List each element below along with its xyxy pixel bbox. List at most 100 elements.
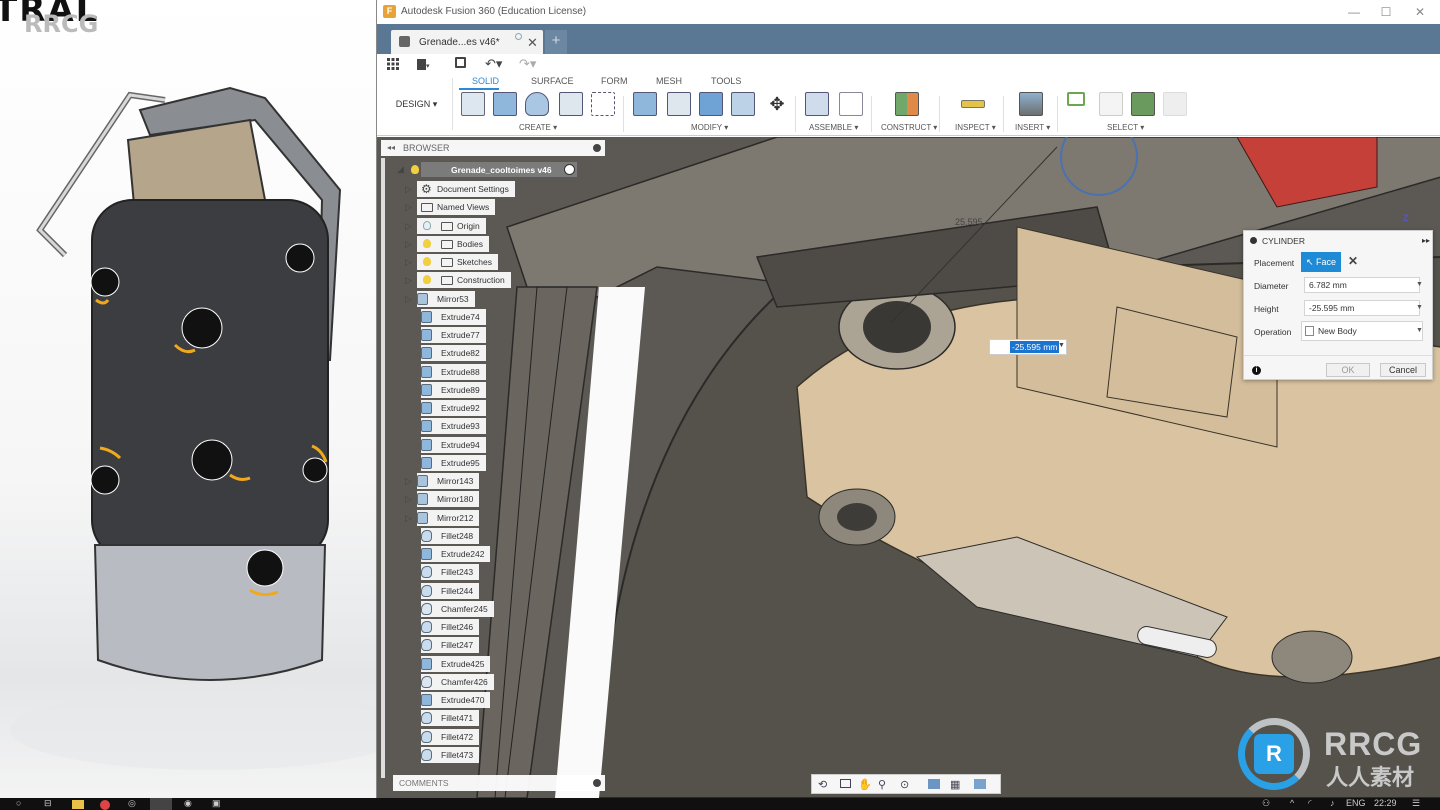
redo-button[interactable]: ↷▾ — [519, 56, 536, 72]
file-explorer-icon[interactable] — [72, 800, 84, 809]
height-inline-input[interactable]: -25.595 mm ▼ — [989, 339, 1067, 355]
add-comment-icon[interactable] — [593, 779, 601, 787]
browser-node[interactable]: Fillet246 — [421, 619, 480, 635]
select-body-icon[interactable] — [1099, 92, 1123, 116]
chevron-down-icon[interactable]: ▼ — [1058, 342, 1065, 349]
language-indicator[interactable]: ENG — [1346, 798, 1366, 808]
chevron-up-icon[interactable]: ^ — [1290, 798, 1294, 808]
expand-triangle-icon[interactable]: ▷ — [405, 181, 412, 197]
inspect-menu[interactable]: INSPECT ▾ — [955, 123, 996, 132]
browser-node[interactable]: Extrude425 — [421, 655, 491, 672]
browser-scrollbar[interactable] — [381, 158, 385, 778]
expand-triangle-icon[interactable]: ▷ — [405, 236, 412, 252]
browser-node[interactable]: Extrude93 — [421, 418, 486, 435]
collapse-triangle-icon[interactable]: ◢ — [397, 164, 404, 175]
document-tab[interactable]: Grenade...es v46* ✕ — [391, 30, 543, 54]
tab-mesh[interactable]: MESH — [656, 76, 682, 86]
placement-face-button[interactable]: ↖ Face — [1301, 252, 1341, 272]
fusion-taskbar-icon[interactable] — [150, 798, 172, 810]
minimize-button[interactable]: — — [1339, 2, 1369, 22]
tab-form[interactable]: FORM — [601, 76, 628, 86]
modify-menu[interactable]: MODIFY ▾ — [691, 123, 728, 132]
chevron-down-icon[interactable]: ▼ — [1416, 281, 1423, 288]
browser-node[interactable]: Extrude74 — [421, 308, 486, 325]
app-icon[interactable]: ◎ — [128, 798, 136, 809]
insert-menu[interactable]: INSERT ▾ — [1015, 123, 1050, 132]
tab-solid[interactable]: SOLID — [472, 76, 499, 86]
browser-node[interactable]: ▷ Mirror180 — [405, 491, 480, 508]
browser-node[interactable]: ▷ Mirror53 — [405, 290, 475, 307]
combine-icon[interactable] — [699, 92, 723, 116]
search-icon[interactable]: ○ — [16, 798, 21, 808]
browser-node[interactable]: ▷ Origin — [405, 217, 486, 234]
construct-menu[interactable]: CONSTRUCT ▾ — [881, 123, 937, 132]
expand-triangle-icon[interactable]: ▷ — [405, 473, 412, 489]
hole-icon[interactable] — [559, 92, 583, 116]
volume-icon[interactable]: ♪ — [1330, 798, 1335, 808]
collapse-dialog-icon[interactable] — [1250, 237, 1257, 244]
orbit-icon[interactable]: ⟲ — [818, 778, 827, 791]
display-settings-icon[interactable] — [928, 779, 940, 789]
diameter-input[interactable]: 6.782 mm — [1304, 277, 1420, 293]
browser-node[interactable]: Extrude470 — [421, 692, 491, 708]
grid-settings-icon[interactable]: ▦ — [950, 778, 960, 791]
browser-node[interactable]: ▷ Bodies — [405, 235, 489, 252]
chevron-down-icon[interactable]: ▼ — [1416, 327, 1423, 334]
undo-button[interactable]: ↶▾ — [485, 56, 502, 72]
look-at-icon[interactable] — [840, 779, 851, 788]
activate-component-icon[interactable] — [564, 164, 575, 175]
offset-plane-icon[interactable] — [895, 92, 919, 116]
zoom-icon[interactable]: ⚲ — [878, 778, 886, 791]
collapse-browser-icon[interactable]: ◂◂ — [387, 143, 395, 152]
browser-node[interactable]: Extrude77 — [421, 327, 486, 343]
workspace-switcher[interactable]: DESIGN ▾ — [381, 78, 453, 130]
visibility-bulb-icon[interactable] — [411, 165, 419, 174]
cancel-button[interactable]: Cancel — [1380, 363, 1426, 377]
chevron-down-icon[interactable]: ▼ — [1416, 304, 1423, 311]
browser-node[interactable]: Fillet244 — [421, 582, 480, 599]
maximize-button[interactable]: ☐ — [1371, 2, 1401, 22]
browser-node[interactable]: ▷ Named Views — [405, 199, 496, 216]
data-panel-grid-icon[interactable] — [387, 58, 399, 70]
browser-options-icon[interactable] — [593, 144, 601, 152]
expand-triangle-icon[interactable]: ▷ — [405, 291, 412, 307]
browser-node[interactable]: Extrude95 — [421, 454, 486, 471]
browser-node[interactable]: Fillet248 — [421, 527, 480, 544]
browser-node[interactable]: Fillet247 — [421, 637, 480, 654]
new-component-icon[interactable] — [805, 92, 829, 116]
browser-node[interactable]: Extrude242 — [421, 546, 491, 562]
tab-surface[interactable]: SURFACE — [531, 76, 574, 86]
measure-icon[interactable] — [961, 100, 985, 108]
select-menu[interactable]: SELECT ▾ — [1107, 123, 1144, 132]
expand-triangle-icon[interactable]: ▷ — [405, 491, 412, 507]
browser-node[interactable]: ▷ Construction — [405, 272, 511, 289]
height-input[interactable]: -25.595 mm — [1304, 300, 1420, 316]
comments-panel-header[interactable]: COMMENTS — [393, 775, 605, 791]
browser-node[interactable]: Extrude89 — [421, 381, 486, 398]
browser-node[interactable]: Extrude88 — [421, 363, 486, 380]
expand-triangle-icon[interactable]: ▷ — [405, 510, 412, 526]
browser-node[interactable]: Extrude92 — [421, 400, 486, 416]
expand-dialog-icon[interactable]: ▸▸ — [1422, 236, 1430, 245]
browser-node[interactable]: Extrude94 — [421, 436, 486, 453]
move-icon[interactable]: ✥ — [765, 92, 789, 116]
browser-node[interactable]: ▷ Mirror143 — [405, 473, 480, 489]
extrude-icon[interactable] — [493, 92, 517, 116]
close-window-button[interactable]: ✕ — [1405, 2, 1435, 22]
window-select-icon[interactable] — [1067, 92, 1085, 106]
browser-node[interactable]: Fillet473 — [421, 746, 480, 763]
press-pull-icon[interactable] — [633, 92, 657, 116]
browser-node[interactable]: Fillet471 — [421, 710, 480, 727]
tab-tools[interactable]: TOOLS — [711, 76, 741, 86]
close-tab-icon[interactable]: ✕ — [527, 35, 538, 51]
chrome-icon[interactable] — [100, 800, 110, 810]
browser-node[interactable]: Chamfer245 — [421, 600, 494, 617]
viewports-icon[interactable] — [974, 779, 986, 789]
clock[interactable]: 22:29 — [1374, 798, 1397, 808]
file-menu-button[interactable]: ▾ — [417, 56, 430, 72]
app-icon[interactable]: ◉ — [184, 798, 192, 809]
split-face-icon[interactable] — [731, 92, 755, 116]
task-view-icon[interactable]: ⊟ — [44, 798, 52, 809]
pattern-icon[interactable] — [591, 92, 615, 116]
fit-icon[interactable]: ⊙ — [900, 778, 909, 791]
